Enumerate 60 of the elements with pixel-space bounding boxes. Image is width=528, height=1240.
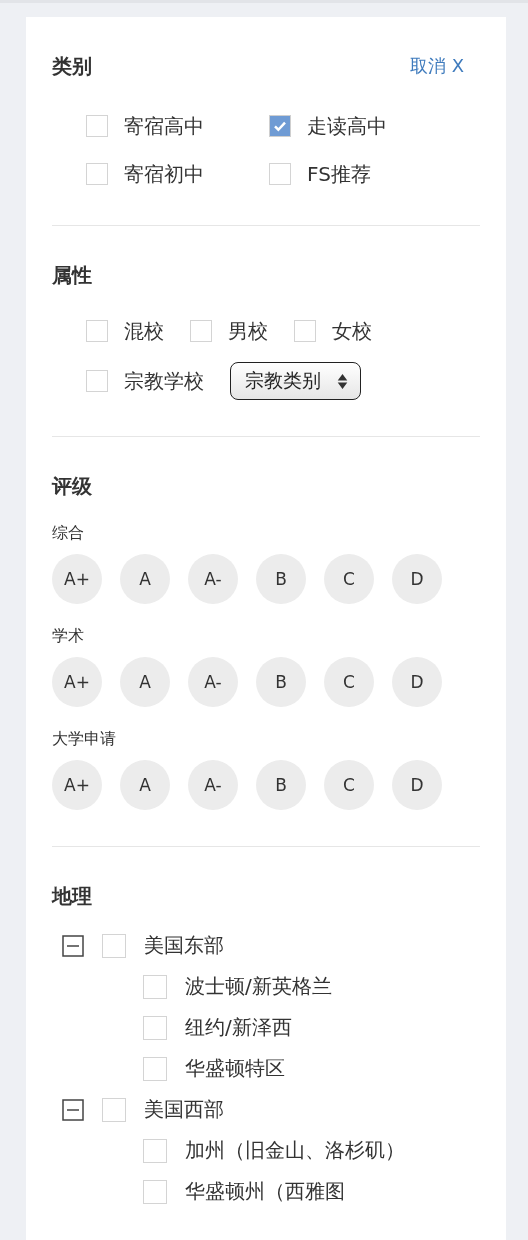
- grade-button[interactable]: A-: [188, 760, 238, 810]
- checkbox[interactable]: [269, 115, 291, 137]
- option-label: 走读高中: [307, 112, 387, 140]
- region-label: 美国西部: [144, 1096, 224, 1123]
- option-label: 男校: [228, 317, 268, 345]
- collapse-icon[interactable]: [62, 1098, 84, 1121]
- grade-button[interactable]: A+: [52, 554, 102, 604]
- rating-label: 大学申请: [52, 729, 117, 750]
- collapse-icon[interactable]: [62, 934, 84, 957]
- grade-button[interactable]: A+: [52, 657, 102, 707]
- option-label: 寄宿高中: [124, 112, 204, 140]
- checkbox[interactable]: [143, 974, 167, 999]
- rating-label: 学术: [52, 626, 85, 647]
- option-label: 寄宿初中: [124, 160, 204, 188]
- option-label: 女校: [332, 317, 372, 345]
- grade-button[interactable]: C: [324, 554, 374, 604]
- checkbox[interactable]: [86, 163, 108, 185]
- checkbox[interactable]: [269, 163, 291, 185]
- checkbox[interactable]: [86, 115, 108, 137]
- checkbox[interactable]: [143, 1138, 167, 1163]
- region-label: 波士顿/新英格兰: [185, 973, 332, 1000]
- rating-label: 综合: [52, 523, 85, 544]
- region-label: 加州（旧金山、洛杉矶）: [185, 1137, 405, 1164]
- grade-button[interactable]: A: [120, 554, 170, 604]
- checkbox[interactable]: [102, 1097, 126, 1122]
- checkbox[interactable]: [143, 1056, 167, 1081]
- stepper-icon: [337, 372, 348, 390]
- checkbox[interactable]: [294, 320, 316, 342]
- checkbox[interactable]: [86, 320, 108, 342]
- religion-select[interactable]: 宗教类别: [230, 362, 361, 400]
- grade-button[interactable]: A-: [188, 554, 238, 604]
- region-label: 华盛顿州（西雅图: [185, 1178, 345, 1205]
- option-label: FS推荐: [307, 160, 371, 188]
- grade-button[interactable]: C: [324, 657, 374, 707]
- section-title: 类别: [52, 52, 92, 80]
- checkbox[interactable]: [102, 933, 126, 958]
- grade-button[interactable]: B: [256, 657, 306, 707]
- grade-button[interactable]: D: [392, 657, 442, 707]
- option-label: 混校: [124, 317, 164, 345]
- grade-button[interactable]: A-: [188, 657, 238, 707]
- grade-button[interactable]: A+: [52, 760, 102, 810]
- region-label: 美国东部: [144, 932, 224, 959]
- region-label: 纽约/新泽西: [185, 1014, 292, 1041]
- grade-button[interactable]: A: [120, 657, 170, 707]
- checkbox[interactable]: [190, 320, 212, 342]
- section-title: 属性: [52, 261, 92, 289]
- grade-button[interactable]: B: [256, 554, 306, 604]
- section-title: 评级: [52, 472, 92, 500]
- checkbox[interactable]: [143, 1015, 167, 1040]
- option-label: 宗教学校: [124, 367, 204, 395]
- checkbox[interactable]: [86, 370, 108, 392]
- grade-button[interactable]: B: [256, 760, 306, 810]
- cancel-link[interactable]: 取消 X: [409, 54, 464, 78]
- grade-button[interactable]: D: [392, 554, 442, 604]
- region-label: 华盛顿特区: [185, 1055, 285, 1082]
- grade-button[interactable]: A: [120, 760, 170, 810]
- grade-button[interactable]: C: [324, 760, 374, 810]
- checkbox[interactable]: [143, 1179, 167, 1204]
- section-title: 地理: [52, 882, 92, 910]
- grade-button[interactable]: D: [392, 760, 442, 810]
